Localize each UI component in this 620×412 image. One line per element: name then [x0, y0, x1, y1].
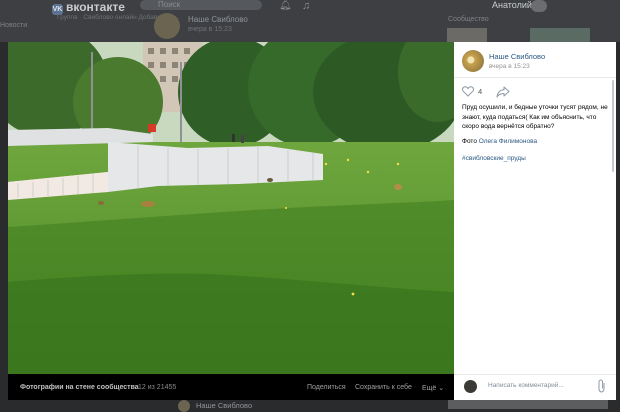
photo-footer: Фотографии на стене сообщества 12 из 214…: [8, 374, 454, 400]
community-avatar[interactable]: [462, 50, 484, 72]
like-count: 4: [478, 87, 483, 96]
share-button[interactable]: Поделиться: [307, 384, 346, 391]
post-avatar: [154, 13, 180, 39]
photo[interactable]: [8, 42, 454, 374]
right-card: [448, 399, 608, 409]
avatar: [531, 0, 547, 12]
vk-logo-text: вконтакте: [66, 0, 125, 14]
post-author: Наше Свиблово: [188, 15, 248, 24]
left-menu-text: Новости: [0, 22, 28, 29]
heart-icon: [462, 86, 474, 97]
hashtag-link[interactable]: #свибловские_пруды: [462, 155, 526, 162]
post-time: вчера в 15:23: [188, 26, 232, 33]
like-button[interactable]: 4: [462, 85, 486, 99]
scrollbar[interactable]: [612, 80, 614, 172]
more-button[interactable]: Ещё ⌄: [422, 384, 444, 392]
photo-area[interactable]: Фотографии на стене сообщества 12 из 214…: [8, 42, 454, 400]
share-arrow-icon: [496, 86, 510, 98]
album-link[interactable]: Фотографии на стене сообщества: [20, 384, 139, 391]
author-link[interactable]: Олега Филимонова: [479, 138, 537, 145]
user-name: Анатолий: [492, 0, 532, 10]
credit-prefix: Фото: [462, 138, 479, 145]
bell-icon: 🔔︎: [279, 0, 292, 11]
comment-input[interactable]: Написать комментарий...: [488, 382, 564, 389]
info-panel: Наше Свиблово вчера в 15:23 4 Пруд осуши…: [454, 42, 616, 400]
right-column-text: Сообщество: [448, 16, 489, 23]
save-button[interactable]: Сохранить к себе: [355, 384, 412, 391]
share-button[interactable]: [496, 85, 510, 98]
avatar: [464, 380, 477, 393]
photo-counter: 12 из 21455: [138, 384, 177, 391]
search-input: Поиск: [140, 0, 262, 10]
post-time[interactable]: вчера в 15:23: [489, 63, 530, 70]
divider: [454, 77, 616, 78]
vk-logo: VK вконтакте: [52, 0, 125, 15]
post-avatar: [178, 400, 190, 412]
photo-credit: Фото Олега Филимонова: [462, 138, 537, 145]
post-text: Пруд осушили, и бедные уточки тусят рядо…: [462, 104, 608, 130]
right-card: [530, 28, 590, 42]
photo-viewer: Фотографии на стене сообщества 12 из 214…: [8, 42, 616, 400]
music-icon: ♫: [302, 0, 311, 12]
divider: [454, 374, 616, 375]
attach-icon[interactable]: [597, 379, 607, 393]
community-name[interactable]: Наше Свиблово: [489, 52, 545, 61]
right-card: [447, 28, 487, 42]
